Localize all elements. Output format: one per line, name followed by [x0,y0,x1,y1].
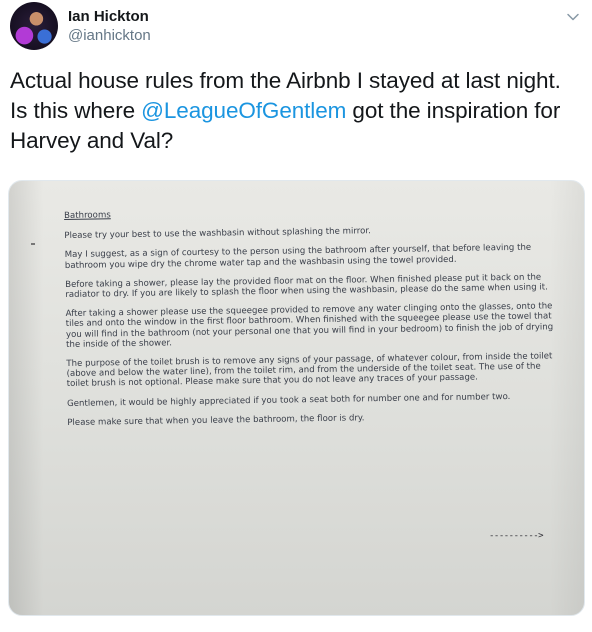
attached-photo[interactable]: Bathrooms Please try your best to use th… [8,180,585,616]
arrow-mark: ----------> [489,531,544,541]
display-name[interactable]: Ian Hickton [68,8,151,26]
rules-paragraph: Before taking a shower, please lay the p… [65,272,548,301]
rules-paragraph: Please make sure that when you leave the… [67,413,365,428]
author-block[interactable]: Ian Hickton @ianhickton [68,8,151,46]
avatar[interactable] [10,2,58,50]
rules-paragraph: Gentlemen, it would be highly appreciate… [66,391,511,409]
handle[interactable]: @ianhickton [68,26,151,46]
house-rules-text: Bathrooms Please try your best to use th… [64,203,562,437]
chevron-down-icon[interactable] [566,10,580,24]
mention-link[interactable]: @LeagueOfGentlem [141,98,346,123]
rules-paragraph: May I suggest, as a sign of courtesy to … [64,243,532,271]
tweet: Ian Hickton @ianhickton Actual house rul… [0,0,592,632]
rules-paragraph: Please try your best to use the washbasi… [64,226,371,242]
rules-paragraph: After taking a shower please use the squ… [65,301,554,350]
tweet-text: Actual house rules from the Airbnb I sta… [10,66,582,156]
rules-paragraph: The purpose of the toilet brush is to re… [66,351,553,390]
paper-mark [31,243,35,245]
